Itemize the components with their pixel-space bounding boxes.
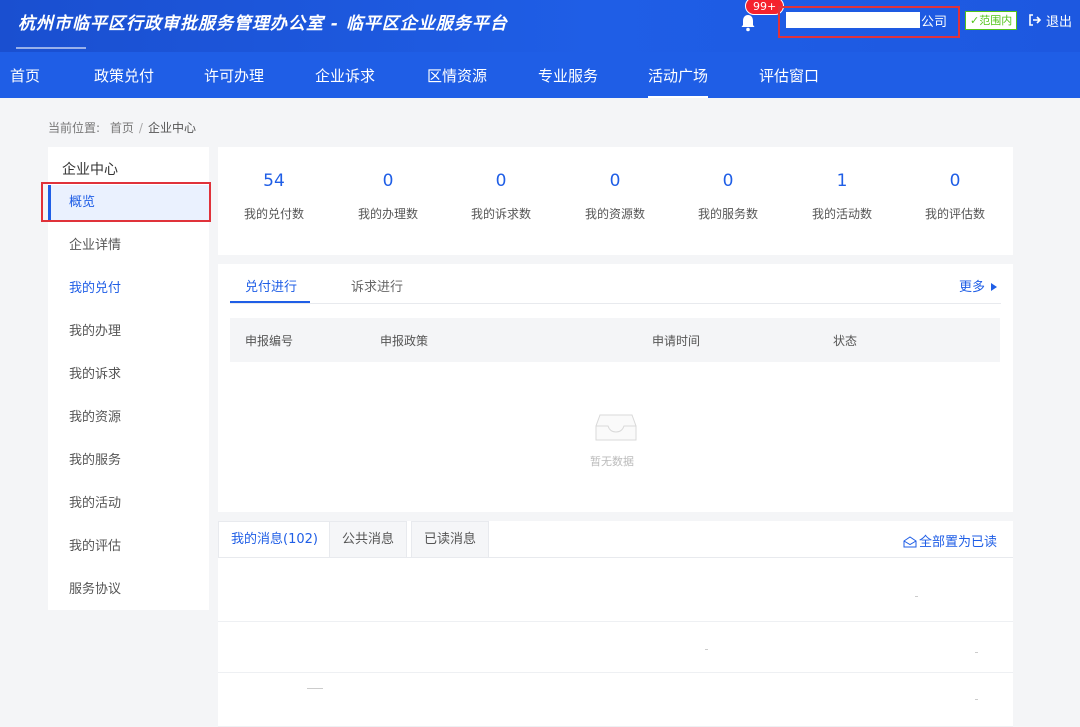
- table-header: 申报编号 申报政策 申请时间 状态: [230, 318, 1000, 362]
- nav-item-services[interactable]: 专业服务: [538, 65, 598, 86]
- mark-all-read-button[interactable]: 全部置为已读: [903, 531, 997, 550]
- breadcrumb-prefix: 当前位置:: [48, 121, 101, 135]
- company-name-highlight: [778, 6, 960, 38]
- tab-appeal-in-progress[interactable]: 诉求进行: [351, 276, 403, 295]
- sidebar-item-my-appeals[interactable]: 我的诉求: [48, 357, 209, 393]
- main-nav: 首页 政策兑付 许可办理 企业诉求 区情资源 专业服务 活动广场 评估窗口: [0, 52, 1080, 98]
- sidebar-item-service-agreement[interactable]: 服务协议: [48, 572, 209, 608]
- logout-icon[interactable]: [1028, 13, 1042, 27]
- more-link[interactable]: 更多: [959, 276, 998, 295]
- mark-all-read-label: 全部置为已读: [919, 535, 998, 550]
- bell-icon[interactable]: [740, 13, 756, 33]
- stat-label: 我的兑付数: [243, 207, 304, 221]
- stat-activities[interactable]: 1 我的活动数: [787, 171, 897, 222]
- stat-value: 0: [495, 171, 507, 191]
- stat-label: 我的活动数: [811, 207, 872, 221]
- nav-item-evaluation[interactable]: 评估窗口: [759, 65, 819, 86]
- tab-my-messages[interactable]: 我的消息(102): [218, 521, 331, 557]
- empty-state-text: 暂无数据: [590, 455, 634, 468]
- overview-highlight-box: [41, 182, 211, 222]
- sidebar-item-my-evaluations[interactable]: 我的评估: [48, 529, 209, 565]
- records-card: 兑付进行 诉求进行 更多 申报编号 申报政策 申请时间 状态 暂无数据: [218, 264, 1013, 512]
- stat-resources[interactable]: 0 我的资源数: [560, 171, 670, 222]
- stat-value: 0: [722, 171, 734, 191]
- list-item[interactable]: [218, 558, 1013, 622]
- site-title: 杭州市临平区行政审批服务管理办公室 - 临平区企业服务平台: [18, 14, 508, 34]
- stat-appeals[interactable]: 0 我的诉求数: [446, 171, 556, 222]
- scope-badge: ✓范围内: [965, 11, 1018, 30]
- column-header-apply-time: 申请时间: [652, 334, 701, 348]
- tab-redemption-in-progress[interactable]: 兑付进行: [245, 276, 297, 295]
- sidebar-item-my-activities[interactable]: 我的活动: [48, 486, 209, 522]
- stat-label: 我的评估数: [924, 207, 985, 221]
- active-tab-underline: [230, 301, 310, 303]
- breadcrumb-current: 企业中心: [147, 121, 196, 135]
- column-header-status: 状态: [833, 334, 858, 348]
- breadcrumb-home[interactable]: 首页: [110, 121, 134, 135]
- stat-permits[interactable]: 0 我的办理数: [333, 171, 443, 222]
- more-label: 更多: [959, 280, 986, 295]
- stat-value: 0: [609, 171, 621, 191]
- stat-label: 我的诉求数: [470, 207, 531, 221]
- sidebar-item-my-resources[interactable]: 我的资源: [48, 400, 209, 436]
- nav-item-permit[interactable]: 许可办理: [204, 65, 264, 86]
- envelope-icon: [903, 536, 917, 548]
- faint-mark: [307, 688, 323, 689]
- column-header-application-number: 申报编号: [245, 334, 294, 348]
- nav-item-policy[interactable]: 政策兑付: [94, 65, 154, 86]
- breadcrumb-separator: /: [138, 121, 143, 135]
- stat-value: 0: [382, 171, 394, 191]
- nav-item-home[interactable]: 首页: [10, 65, 40, 86]
- list-item[interactable]: [218, 622, 1013, 673]
- stat-label: 我的办理数: [357, 207, 418, 221]
- tab-divider: [230, 303, 1001, 304]
- faint-mark: [975, 652, 978, 653]
- tab-read-messages[interactable]: 已读消息: [411, 521, 490, 557]
- faint-mark: [915, 596, 918, 597]
- stat-value: 54: [263, 171, 285, 191]
- title-underline: [16, 47, 86, 49]
- stat-value: 1: [836, 171, 848, 191]
- sidebar-item-company-details[interactable]: 企业详情: [48, 228, 209, 264]
- logout-button[interactable]: 退出: [1046, 11, 1072, 30]
- sidebar-title: 企业中心: [62, 162, 118, 178]
- nav-item-activities[interactable]: 活动广场: [648, 65, 709, 98]
- nav-item-resources[interactable]: 区情资源: [427, 65, 487, 86]
- stat-value: 0: [949, 171, 961, 191]
- stat-services[interactable]: 0 我的服务数: [673, 171, 783, 222]
- stat-redemptions[interactable]: 54 我的兑付数: [219, 171, 329, 222]
- sidebar-item-my-services[interactable]: 我的服务: [48, 443, 209, 479]
- nav-item-appeal[interactable]: 企业诉求: [315, 65, 375, 86]
- stat-label: 我的资源数: [584, 207, 645, 221]
- stat-evaluations[interactable]: 0 我的评估数: [900, 171, 1010, 222]
- list-item[interactable]: [218, 673, 1013, 727]
- caret-right-icon: [991, 283, 998, 291]
- faint-mark: [705, 649, 708, 650]
- sidebar-item-my-permits[interactable]: 我的办理: [48, 314, 209, 350]
- breadcrumb: 当前位置: 首页 / 企业中心: [48, 119, 196, 136]
- stat-label: 我的服务数: [697, 207, 758, 221]
- messages-card: 我的消息(102) 公共消息 已读消息 全部置为已读: [218, 521, 1013, 727]
- column-header-policy: 申报政策: [380, 334, 429, 348]
- top-header: 杭州市临平区行政审批服务管理办公室 - 临平区企业服务平台 99+ 公司 ✓范围…: [0, 0, 1080, 52]
- faint-mark: [975, 699, 978, 700]
- empty-inbox-icon: [595, 414, 637, 441]
- tab-public-messages[interactable]: 公共消息: [329, 521, 408, 557]
- sidebar-item-my-redemptions[interactable]: 我的兑付: [48, 271, 209, 307]
- stats-card: 54 我的兑付数 0 我的办理数 0 我的诉求数 0 我的资源数 0 我的服务数…: [218, 147, 1013, 255]
